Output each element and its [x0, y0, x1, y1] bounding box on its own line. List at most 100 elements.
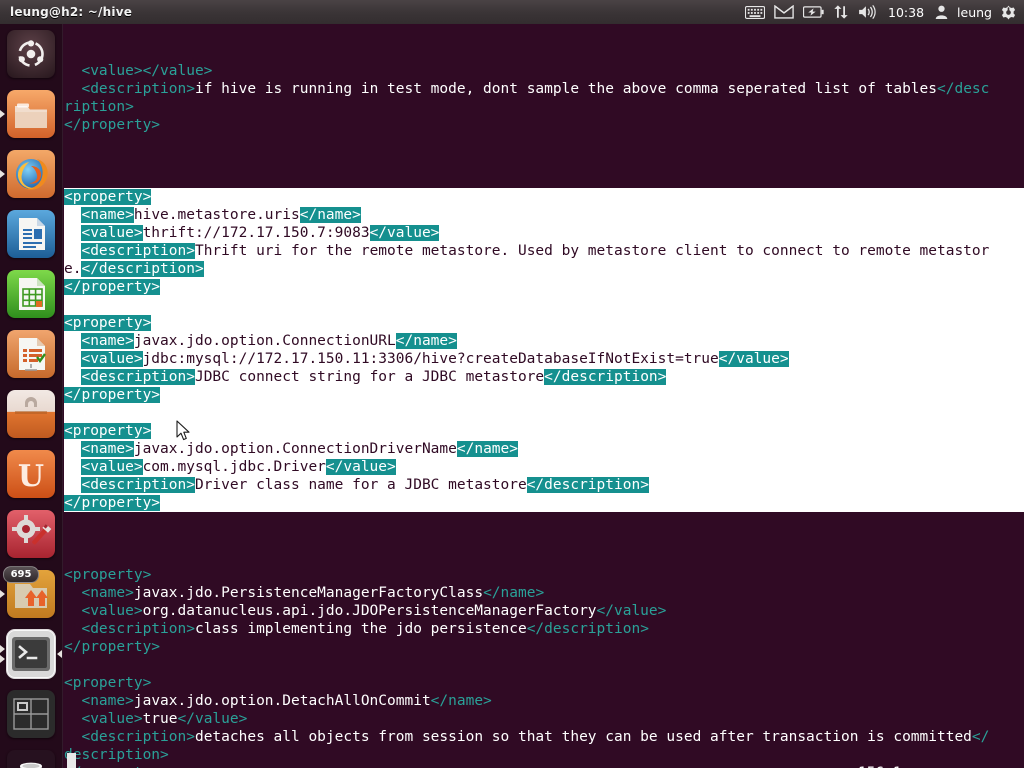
xml-tag: </name>: [299, 207, 361, 223]
launcher-item-update-manager[interactable]: 695: [0, 564, 62, 624]
xml-tag: </name>: [456, 441, 518, 457]
launcher-item-libreoffice-impress[interactable]: [0, 324, 62, 384]
xml-tag: </property>: [64, 639, 161, 655]
xml-tag: </value>: [369, 225, 440, 241]
text-content: true: [142, 711, 178, 727]
terminal-line: <description>class implementing the jdo …: [64, 620, 1024, 638]
xml-tag: </: [971, 729, 990, 745]
text-content: javax.jdo.option.ConnectionURL: [133, 333, 396, 349]
workspace-switcher-icon[interactable]: [7, 690, 55, 738]
text-content: [64, 207, 81, 223]
text-content: [64, 711, 81, 727]
xml-tag: </name>: [430, 693, 492, 709]
dash-home-icon[interactable]: [7, 30, 55, 78]
launcher-item-terminal[interactable]: [0, 624, 62, 684]
text-content: JDBC connect string for a JDBC metastore: [194, 369, 545, 385]
text-content: detaches all objects from session so tha…: [194, 729, 972, 745]
launcher-item-ubuntu-one[interactable]: U: [0, 444, 62, 504]
terminal-line: <property>: [64, 674, 1024, 692]
session-user-name[interactable]: leung: [957, 5, 992, 20]
xml-tag: <description>: [81, 243, 195, 259]
running-pip-icon: [0, 645, 5, 653]
terminal-line: <description>Thrift uri for the remote m…: [64, 242, 1024, 260]
text-content: Driver class name for a JDBC metastore: [194, 477, 527, 493]
xml-tag: </property>: [64, 387, 161, 403]
files-icon[interactable]: [7, 90, 55, 138]
text-content: if hive is running in test mode, dont sa…: [194, 81, 937, 97]
xml-tag: <name>: [81, 693, 134, 709]
mail-indicator-icon[interactable]: [774, 0, 794, 24]
terminal-line: <value>true</value>: [64, 710, 1024, 728]
text-content: [64, 81, 81, 97]
xml-tag: </description>: [526, 621, 649, 637]
system-settings-icon[interactable]: [7, 510, 55, 558]
firefox-icon[interactable]: [7, 150, 55, 198]
xml-tag: <description>: [81, 369, 195, 385]
terminal-line: </property>: [64, 386, 1024, 404]
terminal-line: </property>: [64, 116, 1024, 134]
launcher-item-firefox[interactable]: [0, 144, 62, 204]
session-indicator-icon[interactable]: [1001, 0, 1016, 24]
terminal-line: <description>JDBC connect string for a J…: [64, 368, 1024, 386]
launcher-item-files[interactable]: [0, 84, 62, 144]
terminal-icon[interactable]: [6, 629, 56, 679]
launcher-item-software-center[interactable]: [0, 384, 62, 444]
xml-tag: </value>: [596, 603, 667, 619]
libreoffice-calc-icon[interactable]: [7, 270, 55, 318]
xml-tag: </description>: [544, 369, 667, 385]
text-content: [64, 369, 81, 385]
terminal-line: <description>Driver class name for a JDB…: [64, 476, 1024, 494]
ubuntu-one-icon[interactable]: U: [7, 450, 55, 498]
launcher-item-libreoffice-writer[interactable]: [0, 204, 62, 264]
xml-tag: <value>: [81, 225, 143, 241]
running-pip-icon: [0, 590, 5, 598]
ubuntu-software-center-icon[interactable]: [7, 390, 55, 438]
xml-tag: <value>: [81, 711, 143, 727]
xml-tag: <value>: [81, 459, 143, 475]
text-content: class implementing the jdo persistence: [194, 621, 527, 637]
clock-indicator[interactable]: 10:38: [886, 5, 926, 20]
terminal-line: <property>: [64, 422, 1024, 440]
terminal-line: <property>: [64, 566, 1024, 584]
text-content: org.datanucleus.api.jdo.JDOPersistenceMa…: [142, 603, 597, 619]
xml-tag: </name>: [395, 333, 457, 349]
indicator-area: 10:38 leung: [745, 0, 1024, 24]
libreoffice-writer-icon[interactable]: [7, 210, 55, 258]
trash-icon[interactable]: [7, 750, 55, 768]
terminal-line: <name>hive.metastore.uris</name>: [64, 206, 1024, 224]
xml-tag: <value>: [81, 603, 143, 619]
xml-tag: </value>: [177, 711, 248, 727]
battery-indicator-icon[interactable]: [803, 0, 824, 24]
xml-tag: <value></value>: [81, 63, 213, 79]
text-content: e.: [64, 261, 82, 277]
xml-tag: <description>: [81, 729, 195, 745]
launcher-item-trash[interactable]: [0, 744, 62, 768]
launcher-item-dash[interactable]: [0, 24, 62, 84]
terminal-line: <value>org.datanucleus.api.jdo.JDOPersis…: [64, 602, 1024, 620]
libreoffice-impress-icon[interactable]: [7, 330, 55, 378]
update-count-badge: 695: [3, 566, 39, 583]
network-indicator-icon[interactable]: [833, 0, 849, 24]
xml-tag: <property>: [64, 189, 152, 205]
xml-tag: <description>: [81, 477, 195, 493]
terminal-lines-after-selection: <property> <name>javax.jdo.PersistenceMa…: [64, 548, 1024, 768]
text-content: com.mysql.jdbc.Driver: [142, 459, 326, 475]
terminal-line: <name>javax.jdo.option.ConnectionURL</na…: [64, 332, 1024, 350]
text-content: [64, 729, 81, 745]
text-content: jdbc:mysql://172.17.150.11:3306/hive?cre…: [142, 351, 719, 367]
launcher-item-workspace-switcher[interactable]: [0, 684, 62, 744]
volume-indicator-icon[interactable]: [858, 0, 877, 24]
xml-tag: <value>: [81, 351, 143, 367]
terminal-selected-text[interactable]: <property> <name>hive.metastore.uris</na…: [64, 188, 1024, 512]
launcher-item-libreoffice-calc[interactable]: [0, 264, 62, 324]
xml-tag: </description>: [81, 261, 204, 277]
keyboard-indicator-icon[interactable]: [745, 0, 766, 24]
launcher-item-system-settings[interactable]: [0, 504, 62, 564]
terminal-window[interactable]: <value></value> <description>if hive is …: [62, 24, 1024, 768]
text-content: [64, 63, 81, 79]
terminal-text[interactable]: <value></value> <description>if hive is …: [64, 26, 1024, 768]
